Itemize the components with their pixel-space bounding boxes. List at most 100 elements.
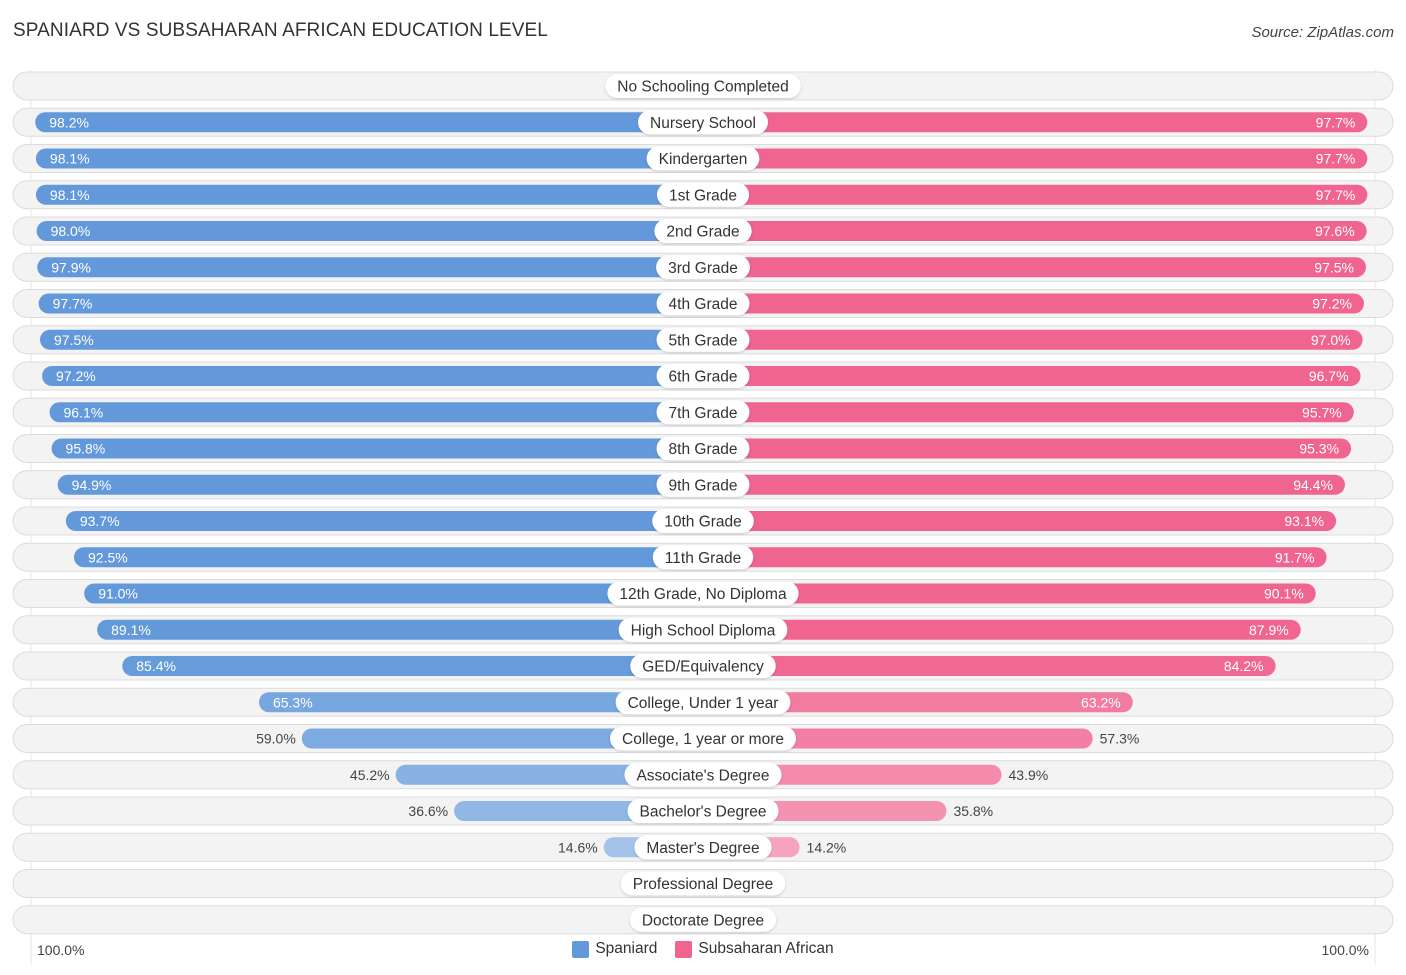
value-label-spaniard: 97.9% [51,259,91,275]
legend-label-spaniard: Spaniard [595,940,658,957]
value-label-spaniard: 97.2% [56,368,96,384]
value-label-subsaharan-african: 96.7% [1309,368,1349,384]
bar-spaniard[interactable] [65,511,704,531]
bar-row: 97.7% 97.2% 4th Grade [12,289,1394,318]
value-label-subsaharan-african: 91.7% [1275,549,1315,565]
category-label: 11th Grade [665,550,741,567]
category-label: College, Under 1 year [628,695,779,712]
chart-area: 1.9%2.3%No Schooling Completed 98.2% 97.7%… [12,70,1394,965]
value-label-spaniard: 93.7% [80,513,120,529]
value-label-spaniard: 14.6% [558,839,598,855]
value-label-spaniard: 97.7% [53,296,93,312]
category-label: 4th Grade [669,296,738,313]
bar-spaniard[interactable] [97,619,704,640]
bar-spaniard[interactable] [40,329,703,350]
value-label-subsaharan-african: 97.0% [1311,332,1351,348]
bar-subsaharan-african[interactable] [703,257,1366,278]
bar-subsaharan-african[interactable] [703,148,1368,169]
bar-row: 59.0% 57.3% College, 1 year or more [12,724,1394,753]
value-label-subsaharan-african: 97.2% [1312,296,1352,312]
value-label-subsaharan-african: 84.2% [1224,658,1264,674]
bar-row: 96.1% 95.7% 7th Grade [12,397,1394,427]
bar-row: 14.6% 14.2% Master's Degree [12,832,1394,862]
value-label-spaniard: 98.0% [51,223,91,239]
value-label-subsaharan-african: 57.3% [1100,731,1140,747]
bar-subsaharan-african[interactable] [703,511,1337,531]
bar-spaniard[interactable] [122,656,703,676]
value-label-subsaharan-african: 94.4% [1293,477,1333,493]
value-label-spaniard: 97.5% [54,332,94,348]
value-label-spaniard: 98.1% [50,187,90,203]
value-label-subsaharan-african: 97.6% [1315,223,1355,239]
bar-spaniard[interactable] [42,366,704,386]
value-label-spaniard: 36.6% [408,803,448,819]
bar-row: 45.2% 43.9% Associate's Degree [12,760,1394,790]
bar-subsaharan-african[interactable] [703,474,1345,495]
bar-subsaharan-african[interactable] [703,112,1368,133]
category-label: Doctorate Degree [642,912,764,929]
category-label: GED/Equivalency [642,659,764,676]
bar-row: 98.1% 97.7% Kindergarten [12,144,1394,173]
category-label: 10th Grade [664,514,742,531]
bar-subsaharan-african[interactable] [703,656,1276,676]
category-label: 2nd Grade [666,224,739,241]
bar-spaniard[interactable] [37,257,703,278]
value-label-subsaharan-african: 95.7% [1302,404,1342,420]
bar-row: 65.3% 63.2% College, Under 1 year [12,687,1394,717]
bar-row: 97.9% 97.5% 3rd Grade [12,252,1394,282]
value-label-subsaharan-african: 97.5% [1314,259,1354,275]
category-label: Kindergarten [659,151,748,168]
bar-spaniard[interactable] [35,184,704,205]
value-label-spaniard: 59.0% [256,731,296,747]
value-label-subsaharan-african: 97.7% [1316,187,1356,203]
bar-row: 94.9% 94.4% 9th Grade [12,470,1394,500]
category-label: College, 1 year or more [622,731,784,748]
category-label: 7th Grade [669,405,738,422]
value-label-subsaharan-african: 14.2% [807,839,847,855]
value-label-spaniard: 98.2% [49,114,89,130]
bar-row: 98.2% 97.7% Nursery School [12,107,1394,137]
category-label: No Schooling Completed [617,79,788,96]
bar-subsaharan-african[interactable] [703,547,1327,568]
bar-spaniard[interactable] [38,293,703,314]
bar-subsaharan-african[interactable] [703,619,1301,640]
value-label-subsaharan-african: 87.9% [1249,622,1289,638]
value-label-subsaharan-african: 97.7% [1316,114,1356,130]
bar-subsaharan-african[interactable] [703,329,1363,350]
bar-spaniard[interactable] [57,474,704,495]
value-label-subsaharan-african: 43.9% [1009,767,1049,783]
category-label: Associate's Degree [636,767,769,784]
bar-row: 92.5% 91.7% 11th Grade [12,542,1394,572]
category-label: Nursery School [650,115,756,132]
legend: Spaniard Subsaharan African [0,940,1406,958]
bar-row: 95.8% 95.3% 8th Grade [12,434,1394,463]
legend-swatch-spaniard [572,940,590,958]
bar-subsaharan-african[interactable] [703,184,1368,205]
bar-subsaharan-african[interactable] [703,438,1352,459]
bar-row: 36.6% 35.8% Bachelor's Degree [12,796,1394,826]
category-label: Bachelor's Degree [639,804,766,821]
value-label-spaniard: 65.3% [273,694,313,710]
value-label-subsaharan-african: 97.7% [1316,151,1356,167]
bar-subsaharan-african[interactable] [703,366,1361,386]
bar-spaniard[interactable] [51,438,704,459]
bar-spaniard[interactable] [49,402,703,423]
legend-item-spaniard[interactable]: Spaniard [572,940,657,958]
bar-subsaharan-african[interactable] [703,402,1354,423]
bar-subsaharan-african[interactable] [703,293,1364,314]
value-label-spaniard: 98.1% [50,151,90,167]
bar-row: 89.1% 87.9% High School Diploma [12,615,1394,645]
bar-row: 85.4% 84.2% GED/Equivalency [12,651,1394,681]
bar-spaniard[interactable] [35,148,704,169]
bar-spaniard[interactable] [35,112,704,133]
bar-subsaharan-african[interactable] [703,221,1367,241]
bar-spaniard[interactable] [36,221,704,241]
bar-spaniard[interactable] [74,547,703,568]
legend-item-subsaharan-african[interactable]: Subsaharan African [675,940,834,958]
bar-row: 97.2% 96.7% 6th Grade [12,361,1394,391]
value-label-subsaharan-african: 63.2% [1081,694,1121,710]
value-label-spaniard: 92.5% [88,549,128,565]
category-label: 1st Grade [669,187,737,204]
bar-row: 91.0% 90.1% 12th Grade, No Diploma [12,579,1394,608]
value-label-subsaharan-african: 93.1% [1284,513,1324,529]
